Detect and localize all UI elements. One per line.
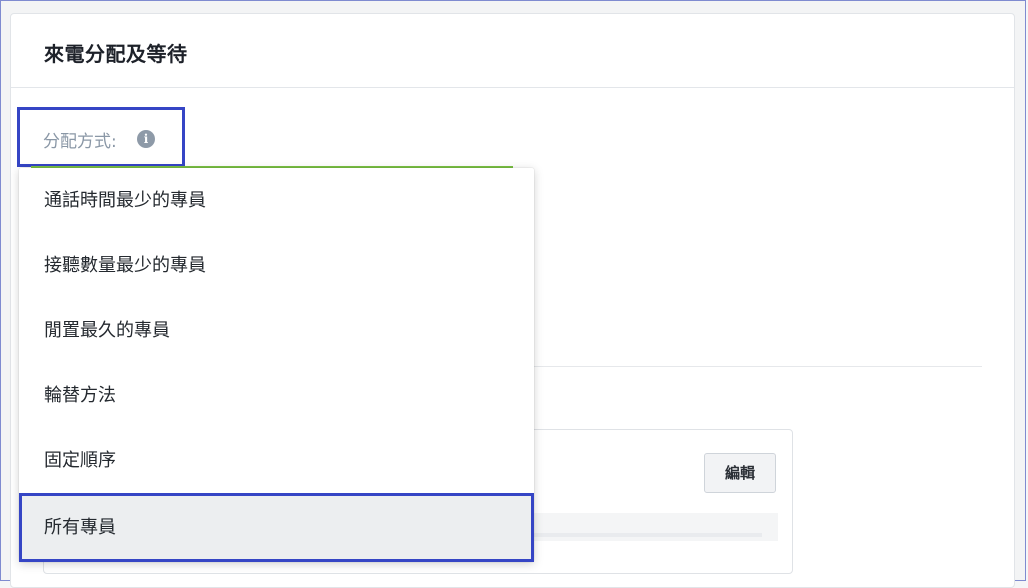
card-title: 來電分配及等待 — [44, 42, 188, 66]
screenshot-frame: 來電分配及等待 分配方式: i 編輯 通話時間最少的專員 接聽數量最少的專員 閒… — [0, 0, 1026, 588]
progress-line — [534, 533, 762, 537]
option-least-talk-time[interactable]: 通話時間最少的專員 — [19, 168, 534, 233]
option-fixed-order[interactable]: 固定順序 — [19, 428, 534, 493]
section-divider — [534, 366, 982, 367]
card-header: 來電分配及等待 — [11, 14, 1014, 88]
option-all-agents[interactable]: 所有專員 — [19, 493, 534, 562]
distribution-method-dropdown[interactable]: 通話時間最少的專員 接聽數量最少的專員 閒置最久的專員 輪替方法 固定順序 所有… — [19, 168, 534, 562]
option-longest-idle[interactable]: 閒置最久的專員 — [19, 298, 534, 363]
option-round-robin[interactable]: 輪替方法 — [19, 363, 534, 428]
edit-button[interactable]: 編輯 — [704, 453, 776, 493]
option-least-answered[interactable]: 接聽數量最少的專員 — [19, 233, 534, 298]
label-highlight-box — [17, 107, 185, 167]
